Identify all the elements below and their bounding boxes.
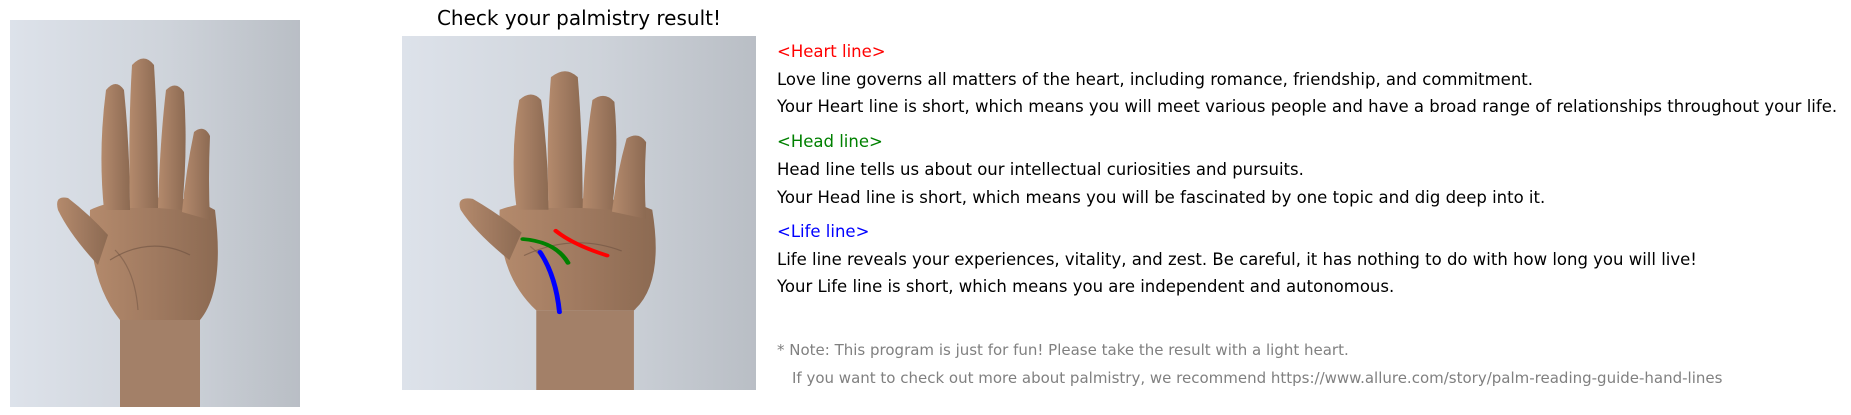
head-line-description: Head line tells us about our intellectua… bbox=[777, 160, 1304, 179]
hand-image-annotated bbox=[402, 36, 756, 390]
hand-image bbox=[10, 20, 300, 407]
life-line-description: Life line reveals your experiences, vita… bbox=[777, 250, 1697, 269]
head-line-heading: <Head line> bbox=[777, 132, 883, 151]
note-reference: If you want to check out more about palm… bbox=[792, 369, 1723, 387]
life-line-result: Your Life line is short, which means you… bbox=[777, 277, 1395, 296]
note-disclaimer: * Note: This program is just for fun! Pl… bbox=[777, 341, 1349, 359]
heart-line-heading: <Heart line> bbox=[777, 42, 886, 61]
heart-line-result: Your Heart line is short, which means yo… bbox=[777, 97, 1838, 116]
hand-photo-annotated bbox=[402, 36, 756, 390]
result-title: Check your palmistry result! bbox=[436, 6, 722, 30]
life-line-heading: <Life line> bbox=[777, 222, 870, 241]
hand-photo-original bbox=[10, 20, 300, 407]
head-line-result: Your Head line is short, which means you… bbox=[777, 188, 1546, 207]
heart-line-description: Love line governs all matters of the hea… bbox=[777, 70, 1533, 89]
